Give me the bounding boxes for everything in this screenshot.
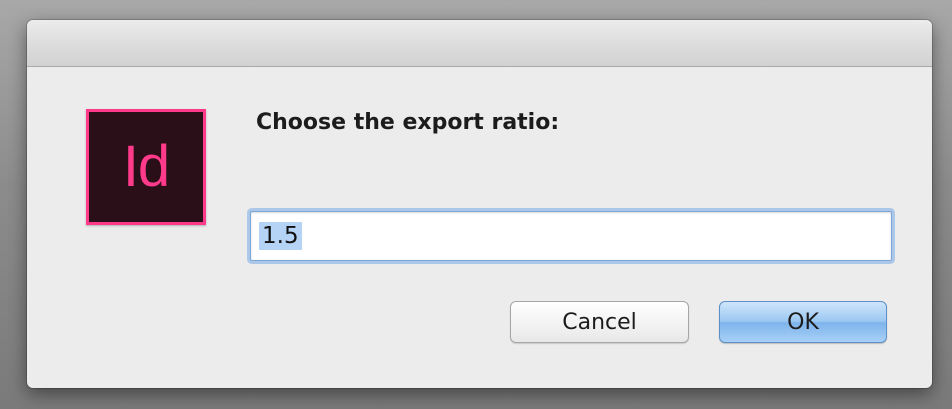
- export-ratio-dialog: Id Choose the export ratio: 1.5 Cancel O…: [27, 20, 932, 388]
- cancel-button[interactable]: Cancel: [510, 301, 689, 343]
- export-ratio-value[interactable]: 1.5: [259, 222, 302, 250]
- app-icon-label: Id: [122, 134, 170, 199]
- dialog-prompt: Choose the export ratio:: [256, 110, 560, 135]
- export-ratio-input[interactable]: 1.5: [250, 211, 892, 261]
- ok-button[interactable]: OK: [719, 301, 887, 343]
- adobe-indesign-icon: Id: [86, 109, 206, 225]
- dialog-titlebar[interactable]: [27, 20, 932, 67]
